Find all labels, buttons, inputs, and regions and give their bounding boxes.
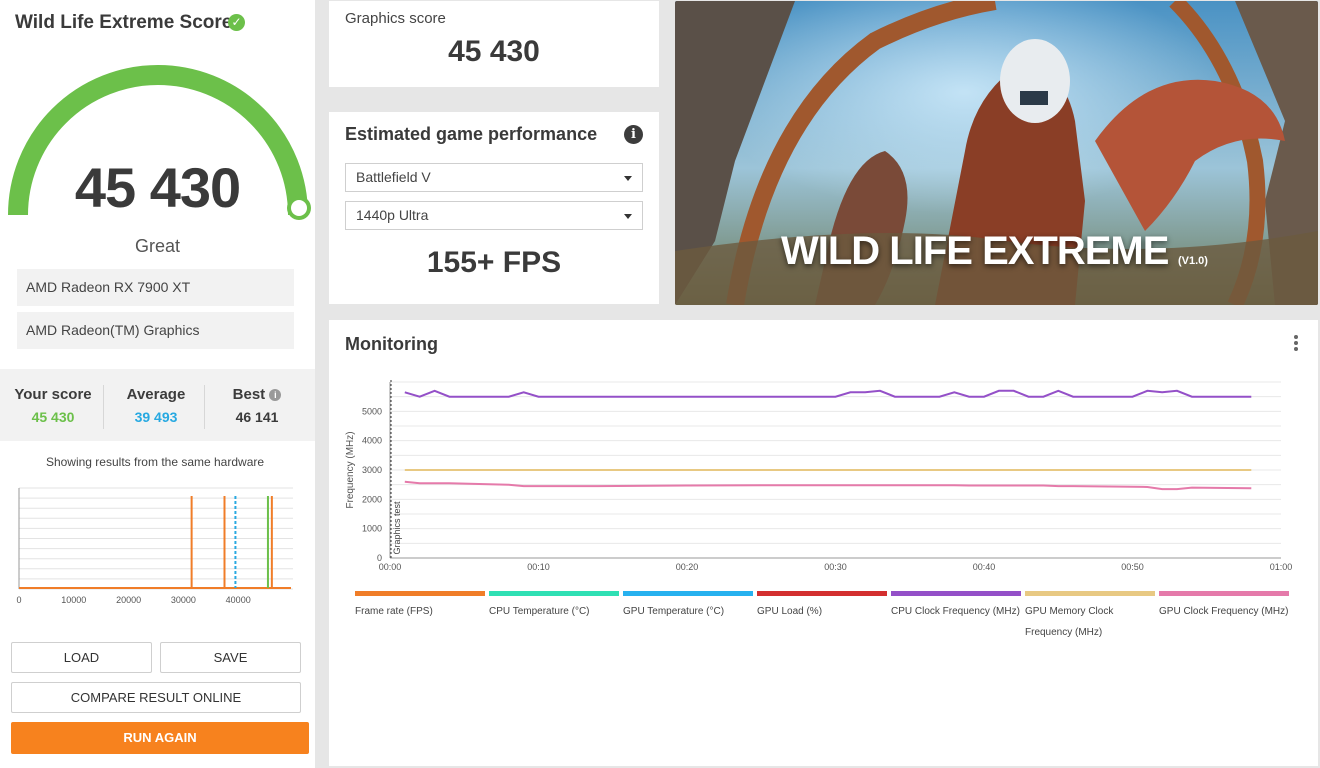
chevron-down-icon <box>624 176 632 181</box>
score-title: Wild Life Extreme Score <box>15 12 233 33</box>
banner-version: (V1.0) <box>1178 255 1208 267</box>
histogram-tick-label: 30000 <box>171 595 196 605</box>
check-icon: ✓ <box>228 14 245 31</box>
monitoring-card: Monitoring 0 1000 2000 3000 4000 5000 00:00 00:… <box>329 320 1318 766</box>
score-comparison: Your score 45 430 Average 39 493 Best i … <box>0 369 315 441</box>
save-button[interactable]: SAVE <box>160 642 301 673</box>
legend-item[interactable]: GPU Clock Frequency (MHz) <box>1159 591 1289 622</box>
resolution-select[interactable]: 1440p Ultra <box>345 201 643 230</box>
y-tick-label: 5000 <box>362 406 382 416</box>
graphics-score-label: Graphics score <box>345 10 446 27</box>
legend-label: GPU Load (%) <box>757 606 823 617</box>
legend-item[interactable]: CPU Temperature (°C) <box>489 591 619 622</box>
graphics-score-value: 45 430 <box>448 35 540 68</box>
histogram-tick-label: 0 <box>16 595 21 605</box>
benchmark-banner: WILD LIFE EXTREME (V1.0) <box>675 1 1318 305</box>
your-score-label: Your score <box>14 386 92 403</box>
average-label: Average <box>126 386 186 403</box>
load-button[interactable]: LOAD <box>11 642 152 673</box>
legend-item[interactable]: CPU Clock Frequency (MHz) <box>891 591 1021 622</box>
legend-label: GPU Memory Clock Frequency (MHz) <box>1025 606 1114 638</box>
x-tick-label: 00:40 <box>973 562 996 572</box>
monitoring-chart: 01000200030004000500000:00 00:10 00:20 00:3… <box>345 380 1293 572</box>
x-tick-label: 00:10 <box>527 562 550 572</box>
y-tick-label: 1000 <box>362 524 382 534</box>
game-select-value: Battlefield V <box>356 169 431 185</box>
histogram-tick-label: 10000 <box>61 595 86 605</box>
score-rating: Great <box>134 236 181 256</box>
gpu-name: AMD Radeon RX 7900 XT <box>17 269 294 306</box>
legend-swatch <box>623 591 753 596</box>
score-panel: Wild Life Extreme Score ✓ 45 430 Great A… <box>0 0 315 768</box>
x-tick-label: 00:20 <box>676 562 699 572</box>
legend-item[interactable]: GPU Memory Clock Frequency (MHz) <box>1025 591 1155 643</box>
legend-swatch <box>891 591 1021 596</box>
info-icon[interactable]: i <box>269 389 282 401</box>
resolution-select-value: 1440p Ultra <box>356 207 429 223</box>
best-label: Best <box>232 386 266 403</box>
series-line <box>404 480 1252 491</box>
score-histogram: 0 10000 20000 30000 40000 <box>16 487 293 605</box>
x-tick-label: 00:50 <box>1121 562 1144 572</box>
legend-item[interactable]: GPU Load (%) <box>757 591 887 622</box>
legend-swatch <box>355 591 485 596</box>
y-tick-label: 3000 <box>362 465 382 475</box>
estimated-performance-card: Estimated game performance i Battlefield… <box>329 112 659 304</box>
legend-swatch <box>1025 591 1155 596</box>
legend-swatch <box>1159 591 1289 596</box>
secondary-gpu-name: AMD Radeon(TM) Graphics <box>17 312 294 349</box>
series-line <box>404 389 1252 398</box>
average-block: Average 39 493 <box>106 386 206 425</box>
legend-label: Frame rate (FPS) <box>355 606 433 617</box>
kebab-menu-icon[interactable] <box>1293 335 1299 351</box>
histogram-tick-label: 20000 <box>116 595 141 605</box>
average-value: 39 493 <box>134 409 178 425</box>
legend-item[interactable]: Frame rate (FPS) <box>355 591 485 622</box>
run-again-button[interactable]: RUN AGAIN <box>11 722 309 754</box>
best-value: 46 141 <box>235 409 279 425</box>
monitoring-title: Monitoring <box>345 334 438 354</box>
legend-label: CPU Clock Frequency (MHz) <box>891 606 1020 617</box>
best-block: Best i 46 141 <box>207 386 307 425</box>
chevron-down-icon <box>624 214 632 219</box>
same-hardware-note: Showing results from the same hardware <box>45 455 265 469</box>
estimated-fps: 155+ FPS <box>426 246 562 279</box>
your-score-block: Your score 45 430 <box>3 386 103 425</box>
estimated-performance-title: Estimated game performance <box>345 124 598 144</box>
histogram-tick-label: 40000 <box>226 595 251 605</box>
x-tick-label: 01:00 <box>1270 562 1293 572</box>
legend-swatch <box>489 591 619 596</box>
x-tick-label: 00:30 <box>824 562 847 572</box>
graphics-score-card: Graphics score 45 430 <box>329 1 659 87</box>
compare-online-button[interactable]: COMPARE RESULT ONLINE <box>11 682 301 713</box>
x-tick-label: 00:00 <box>379 562 402 572</box>
legend-label: GPU Temperature (°C) <box>623 606 725 617</box>
legend-label: CPU Temperature (°C) <box>489 606 590 617</box>
graphics-test-annotation: Graphics test <box>392 501 402 555</box>
main-score: 45 430 <box>74 156 241 219</box>
banner-title: WILD LIFE EXTREME <box>781 229 1169 273</box>
y-axis-label: Frequency (MHz) <box>345 431 356 508</box>
game-select[interactable]: Battlefield V <box>345 163 643 192</box>
y-tick-label: 2000 <box>362 494 382 504</box>
your-score-value: 45 430 <box>31 409 75 425</box>
legend-swatch <box>757 591 887 596</box>
legend-label: GPU Clock Frequency (MHz) <box>1159 606 1289 617</box>
info-icon[interactable]: i <box>624 125 643 144</box>
y-tick-label: 4000 <box>362 436 382 446</box>
legend-item[interactable]: GPU Temperature (°C) <box>623 591 753 622</box>
